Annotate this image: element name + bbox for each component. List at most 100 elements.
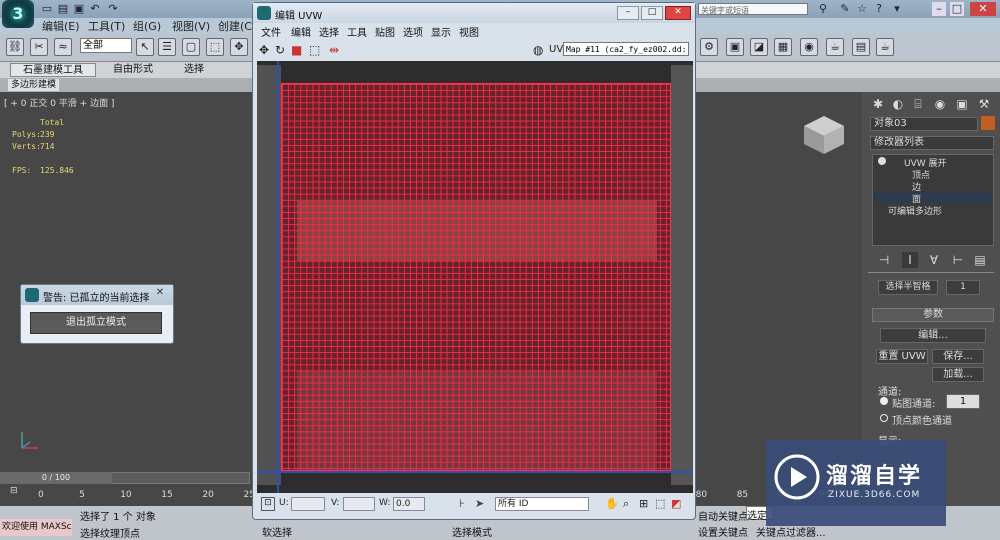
viewcube-icon[interactable] [800, 112, 848, 156]
snap-icon[interactable]: ◩ [671, 497, 681, 510]
checker-icon[interactable]: ◍ [533, 43, 543, 57]
menu-group[interactable]: 组(G) [133, 18, 161, 34]
show-end-result-icon[interactable]: I [902, 252, 918, 268]
uv-mesh-grid[interactable] [281, 83, 671, 471]
u-spinner[interactable] [291, 497, 325, 511]
edit-button[interactable]: 编辑... [880, 328, 986, 343]
uvw-menu-edit[interactable]: 编辑 [291, 24, 311, 39]
uvw-menu-file[interactable]: 文件 [261, 24, 281, 39]
zoom-extents-icon[interactable]: ⬚ [655, 497, 665, 510]
dialog-close-icon[interactable]: ✕ [151, 287, 169, 301]
tools-icon[interactable]: ✎ [838, 2, 852, 16]
uvw-menu-mapping[interactable]: 贴图 [375, 24, 395, 39]
scale-uv-icon[interactable]: ■ [291, 43, 302, 57]
maximize-icon[interactable]: □ [950, 2, 964, 16]
open-icon[interactable]: ▤ [56, 2, 70, 16]
material-id-select[interactable]: 所有 ID [495, 497, 589, 511]
make-unique-icon[interactable]: ∀ [926, 252, 942, 268]
render-icon[interactable]: ☕ [826, 38, 844, 56]
menu-edit[interactable]: 编辑(E) [42, 18, 80, 34]
selection-mode-rollout[interactable]: 选择模式 [452, 524, 492, 539]
v-spinner[interactable] [343, 497, 375, 511]
modify-tab-icon[interactable]: ◐ [890, 96, 906, 112]
render-setup-icon[interactable]: ⚙ [700, 38, 718, 56]
utilities-tab-icon[interactable]: ⚒ [976, 96, 992, 112]
link-icon[interactable]: ⛓ [6, 38, 24, 56]
zoom-region-icon[interactable]: ⊞ [639, 497, 648, 510]
menu-tools[interactable]: 工具(T) [88, 18, 125, 34]
teapot-icon[interactable]: ☕ [876, 38, 894, 56]
vertex-color-radio[interactable] [880, 414, 888, 422]
rendered-frame-icon[interactable]: ▣ [726, 38, 744, 56]
remove-modifier-icon[interactable]: ⊢ [950, 252, 966, 268]
save-button[interactable]: 保存... [932, 349, 984, 364]
absolute-offset-icon[interactable]: ⊡ [261, 497, 275, 511]
freeform-icon[interactable]: ⬚ [309, 43, 320, 57]
uvw-menu-display[interactable]: 显示 [431, 24, 451, 39]
hierarchy-tab-icon[interactable]: ⌸ [910, 96, 926, 112]
select-value-spinner[interactable]: 1 [946, 280, 980, 295]
configure-sets-icon[interactable]: ▤ [972, 252, 988, 268]
paint-select-icon[interactable]: ➤ [475, 497, 484, 510]
uv-canvas[interactable] [257, 61, 693, 493]
rect-select-icon[interactable]: ▢ [182, 38, 200, 56]
save-icon[interactable]: ▣ [72, 2, 86, 16]
minimize-icon[interactable]: – [932, 2, 946, 16]
pan-icon[interactable]: ✋ [605, 497, 619, 510]
select-by-name-icon[interactable]: ☰ [158, 38, 176, 56]
texture-map-select[interactable]: Map #11 (ca2_fy_ez002.dd: [563, 42, 689, 56]
uvw-menu-view[interactable]: 视图 [459, 24, 479, 39]
uvw-minimize-icon[interactable]: – [617, 6, 639, 20]
map-channel-spinner[interactable]: 1 [946, 394, 980, 409]
select-object-icon[interactable]: ↖ [136, 38, 154, 56]
selection-filter-select[interactable]: 全部 [80, 38, 132, 53]
close-icon[interactable]: ✕ [970, 2, 996, 16]
soft-selection-rollout[interactable]: 软选择 [262, 524, 292, 539]
curve-editor-icon[interactable]: ◪ [750, 38, 768, 56]
lock-icon[interactable]: ⊦ [459, 497, 465, 510]
tab-selection[interactable]: 选择 [176, 63, 212, 77]
object-color-swatch[interactable] [981, 116, 995, 130]
load-button[interactable]: 加载... [932, 367, 984, 382]
binoculars-icon[interactable]: ⚲ [816, 2, 830, 16]
object-name-field[interactable]: 对象03 [870, 117, 978, 131]
uvw-menu-options[interactable]: 选项 [403, 24, 423, 39]
set-key-button[interactable]: 设置关键点 [698, 524, 748, 539]
create-tab-icon[interactable]: ✱ [870, 96, 886, 112]
display-tab-icon[interactable]: ▣ [954, 96, 970, 112]
search-input[interactable]: 关键字或短语 [698, 3, 808, 15]
move-uv-icon[interactable]: ✥ [259, 43, 269, 57]
app-logo-icon[interactable]: 3 [2, 0, 34, 28]
dropdown-icon[interactable]: ▾ [890, 2, 904, 16]
redo-icon[interactable]: ↷ [106, 2, 120, 16]
unlink-icon[interactable]: ✂ [30, 38, 48, 56]
timeline-config-icon[interactable]: ⊟ [10, 486, 18, 496]
uvw-menu-select[interactable]: 选择 [319, 24, 339, 39]
star-icon[interactable]: ☆ [855, 2, 869, 16]
bind-spacewarp-icon[interactable]: ≈ [54, 38, 72, 56]
undo-icon[interactable]: ↶ [88, 2, 102, 16]
time-slider-thumb[interactable]: 0 / 100 [0, 472, 112, 484]
menu-create[interactable]: 创建(C) [218, 18, 256, 34]
select-by-group-field[interactable]: 选择半智格 [878, 280, 938, 295]
move-icon[interactable]: ✥ [230, 38, 248, 56]
rotate-uv-icon[interactable]: ↻ [275, 43, 285, 57]
uvw-menu-tools[interactable]: 工具 [347, 24, 367, 39]
reset-uvw-button[interactable]: 重置 UVW [876, 349, 928, 364]
tab-graphite[interactable]: 石墨建模工具 [10, 63, 96, 77]
exit-isolate-button[interactable]: 退出孤立模式 [30, 312, 162, 334]
new-icon[interactable]: ▭ [40, 2, 54, 16]
uvw-close-icon[interactable]: ✕ [665, 6, 691, 20]
tab-freeform[interactable]: 自由形式 [106, 63, 160, 77]
modifier-list-select[interactable]: 修改器列表 [870, 136, 994, 150]
menu-view[interactable]: 视图(V) [172, 18, 210, 34]
pin-stack-icon[interactable]: ⊣ [876, 252, 892, 268]
schematic-icon[interactable]: ▦ [774, 38, 792, 56]
window-crossing-icon[interactable]: ⬚ [206, 38, 224, 56]
map-channel-radio[interactable] [880, 397, 888, 405]
params-rollout-title[interactable]: 参数 [872, 308, 994, 322]
stack-item-editable-poly[interactable]: 可编辑多边形 [888, 204, 942, 217]
mirror-icon[interactable]: ⇹ [329, 43, 339, 57]
key-filters-button[interactable]: 关键点过滤器... [756, 524, 826, 539]
polygon-modeling-tab[interactable]: 多边形建模 [8, 79, 60, 91]
